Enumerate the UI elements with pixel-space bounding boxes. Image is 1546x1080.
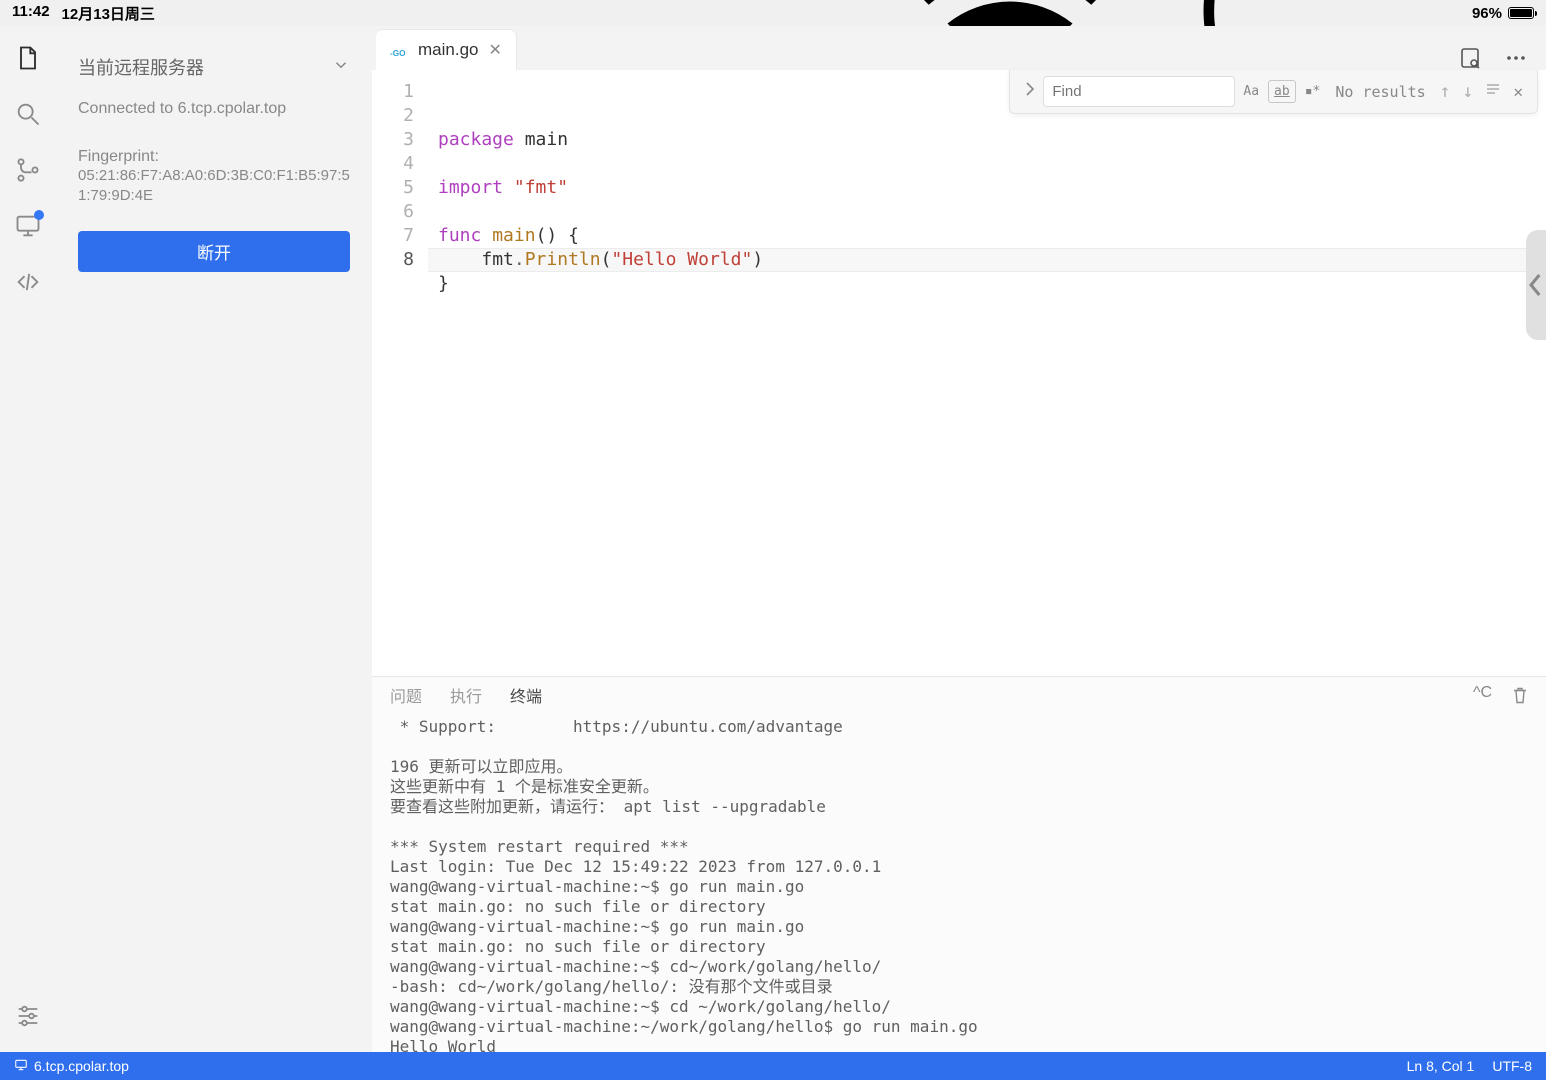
toolbar-preview-icon[interactable] bbox=[1458, 46, 1482, 70]
remote-active-badge-icon bbox=[34, 210, 44, 220]
status-battery-pct: 96% bbox=[1472, 5, 1502, 22]
activity-settings-icon[interactable] bbox=[14, 1002, 42, 1030]
remote-host-icon bbox=[14, 1058, 28, 1075]
fingerprint-value: 05:21:86:F7:A8:A0:6D:3B:C0:F1:B5:97:51:7… bbox=[78, 166, 350, 205]
fingerprint-label: Fingerprint: bbox=[78, 148, 350, 166]
panel-tab-bar: 问题 执行 终端 ^C bbox=[372, 677, 1546, 713]
tab-close-icon[interactable]: ✕ bbox=[488, 40, 501, 60]
status-date: 12月13日周三 bbox=[62, 3, 155, 24]
panel-tab-problems[interactable]: 问题 bbox=[390, 683, 422, 707]
status-time: 11:42 bbox=[12, 3, 50, 24]
tab-filename: main.go bbox=[418, 40, 478, 60]
find-expand-icon[interactable] bbox=[1020, 81, 1040, 102]
side-panel-header[interactable]: 当前远程服务器 bbox=[78, 54, 350, 80]
battery-icon bbox=[1508, 7, 1534, 19]
find-next-icon[interactable]: ↓ bbox=[1459, 81, 1478, 102]
activity-source-control-icon[interactable] bbox=[14, 156, 42, 184]
panel-tab-terminal[interactable]: 终端 bbox=[510, 683, 542, 707]
svg-text:-GO: -GO bbox=[390, 49, 406, 58]
panel-trash-icon[interactable] bbox=[1512, 684, 1528, 707]
vscode-status-bar: 6.tcp.cpolar.top Ln 8, Col 1 UTF-8 bbox=[0, 1052, 1546, 1080]
find-whole-word-icon[interactable]: ab bbox=[1268, 80, 1296, 103]
code-editor[interactable]: 1 2 3 4 5 6 7 8 package main import "fmt… bbox=[372, 70, 1546, 676]
editor-tab-bar: -GO main.go ✕ bbox=[372, 26, 1546, 70]
panel-tab-run[interactable]: 执行 bbox=[450, 683, 482, 707]
status-remote-host-label: 6.tcp.cpolar.top bbox=[34, 1058, 129, 1074]
go-file-icon: -GO bbox=[390, 44, 408, 56]
toolbar-more-icon[interactable] bbox=[1504, 46, 1528, 70]
status-cursor-pos[interactable]: Ln 8, Col 1 bbox=[1407, 1058, 1475, 1074]
activity-search-icon[interactable] bbox=[14, 100, 42, 128]
find-results-label: No results bbox=[1329, 83, 1431, 101]
activity-bar bbox=[0, 26, 56, 1052]
find-regex-icon[interactable]: ▪* bbox=[1300, 81, 1326, 102]
terminal-output[interactable]: * Support: https://ubuntu.com/advantage … bbox=[372, 713, 1546, 1052]
connected-host-line: Connected to 6.tcp.cpolar.top bbox=[78, 100, 350, 118]
side-panel-title: 当前远程服务器 bbox=[78, 54, 204, 80]
device-status-bar: 11:42 12月13日周三 96% bbox=[0, 0, 1546, 26]
bottom-panel: 问题 执行 终端 ^C * Support: https://ubuntu.co… bbox=[372, 676, 1546, 1052]
code-content[interactable]: package main import "fmt" func main() { … bbox=[428, 70, 1546, 676]
panel-ctrl-c-label[interactable]: ^C bbox=[1473, 684, 1492, 707]
disconnect-button[interactable]: 断开 bbox=[78, 231, 350, 272]
find-match-case-icon[interactable]: Aa bbox=[1238, 81, 1264, 102]
tab-main-go[interactable]: -GO main.go ✕ bbox=[376, 30, 516, 70]
chevron-down-icon[interactable] bbox=[332, 56, 350, 79]
remote-side-panel: 当前远程服务器 Connected to 6.tcp.cpolar.top Fi… bbox=[56, 26, 372, 1052]
find-close-icon[interactable]: ✕ bbox=[1509, 82, 1527, 101]
activity-explorer-icon[interactable] bbox=[14, 44, 42, 72]
find-selection-icon[interactable] bbox=[1481, 81, 1505, 102]
activity-code-icon[interactable] bbox=[14, 268, 42, 296]
app-root: 当前远程服务器 Connected to 6.tcp.cpolar.top Fi… bbox=[0, 26, 1546, 1052]
find-prev-icon[interactable]: ↑ bbox=[1436, 81, 1455, 102]
find-widget: Aa ab ▪* No results ↑ ↓ ✕ bbox=[1009, 70, 1538, 114]
editor-column: -GO main.go ✕ 1 2 3 4 5 6 bbox=[372, 26, 1546, 1052]
line-gutter: 1 2 3 4 5 6 7 8 bbox=[372, 70, 428, 676]
status-remote-host[interactable]: 6.tcp.cpolar.top bbox=[14, 1058, 129, 1075]
status-encoding[interactable]: UTF-8 bbox=[1492, 1058, 1532, 1074]
find-input[interactable] bbox=[1044, 77, 1234, 106]
activity-remote-icon[interactable] bbox=[14, 212, 42, 240]
